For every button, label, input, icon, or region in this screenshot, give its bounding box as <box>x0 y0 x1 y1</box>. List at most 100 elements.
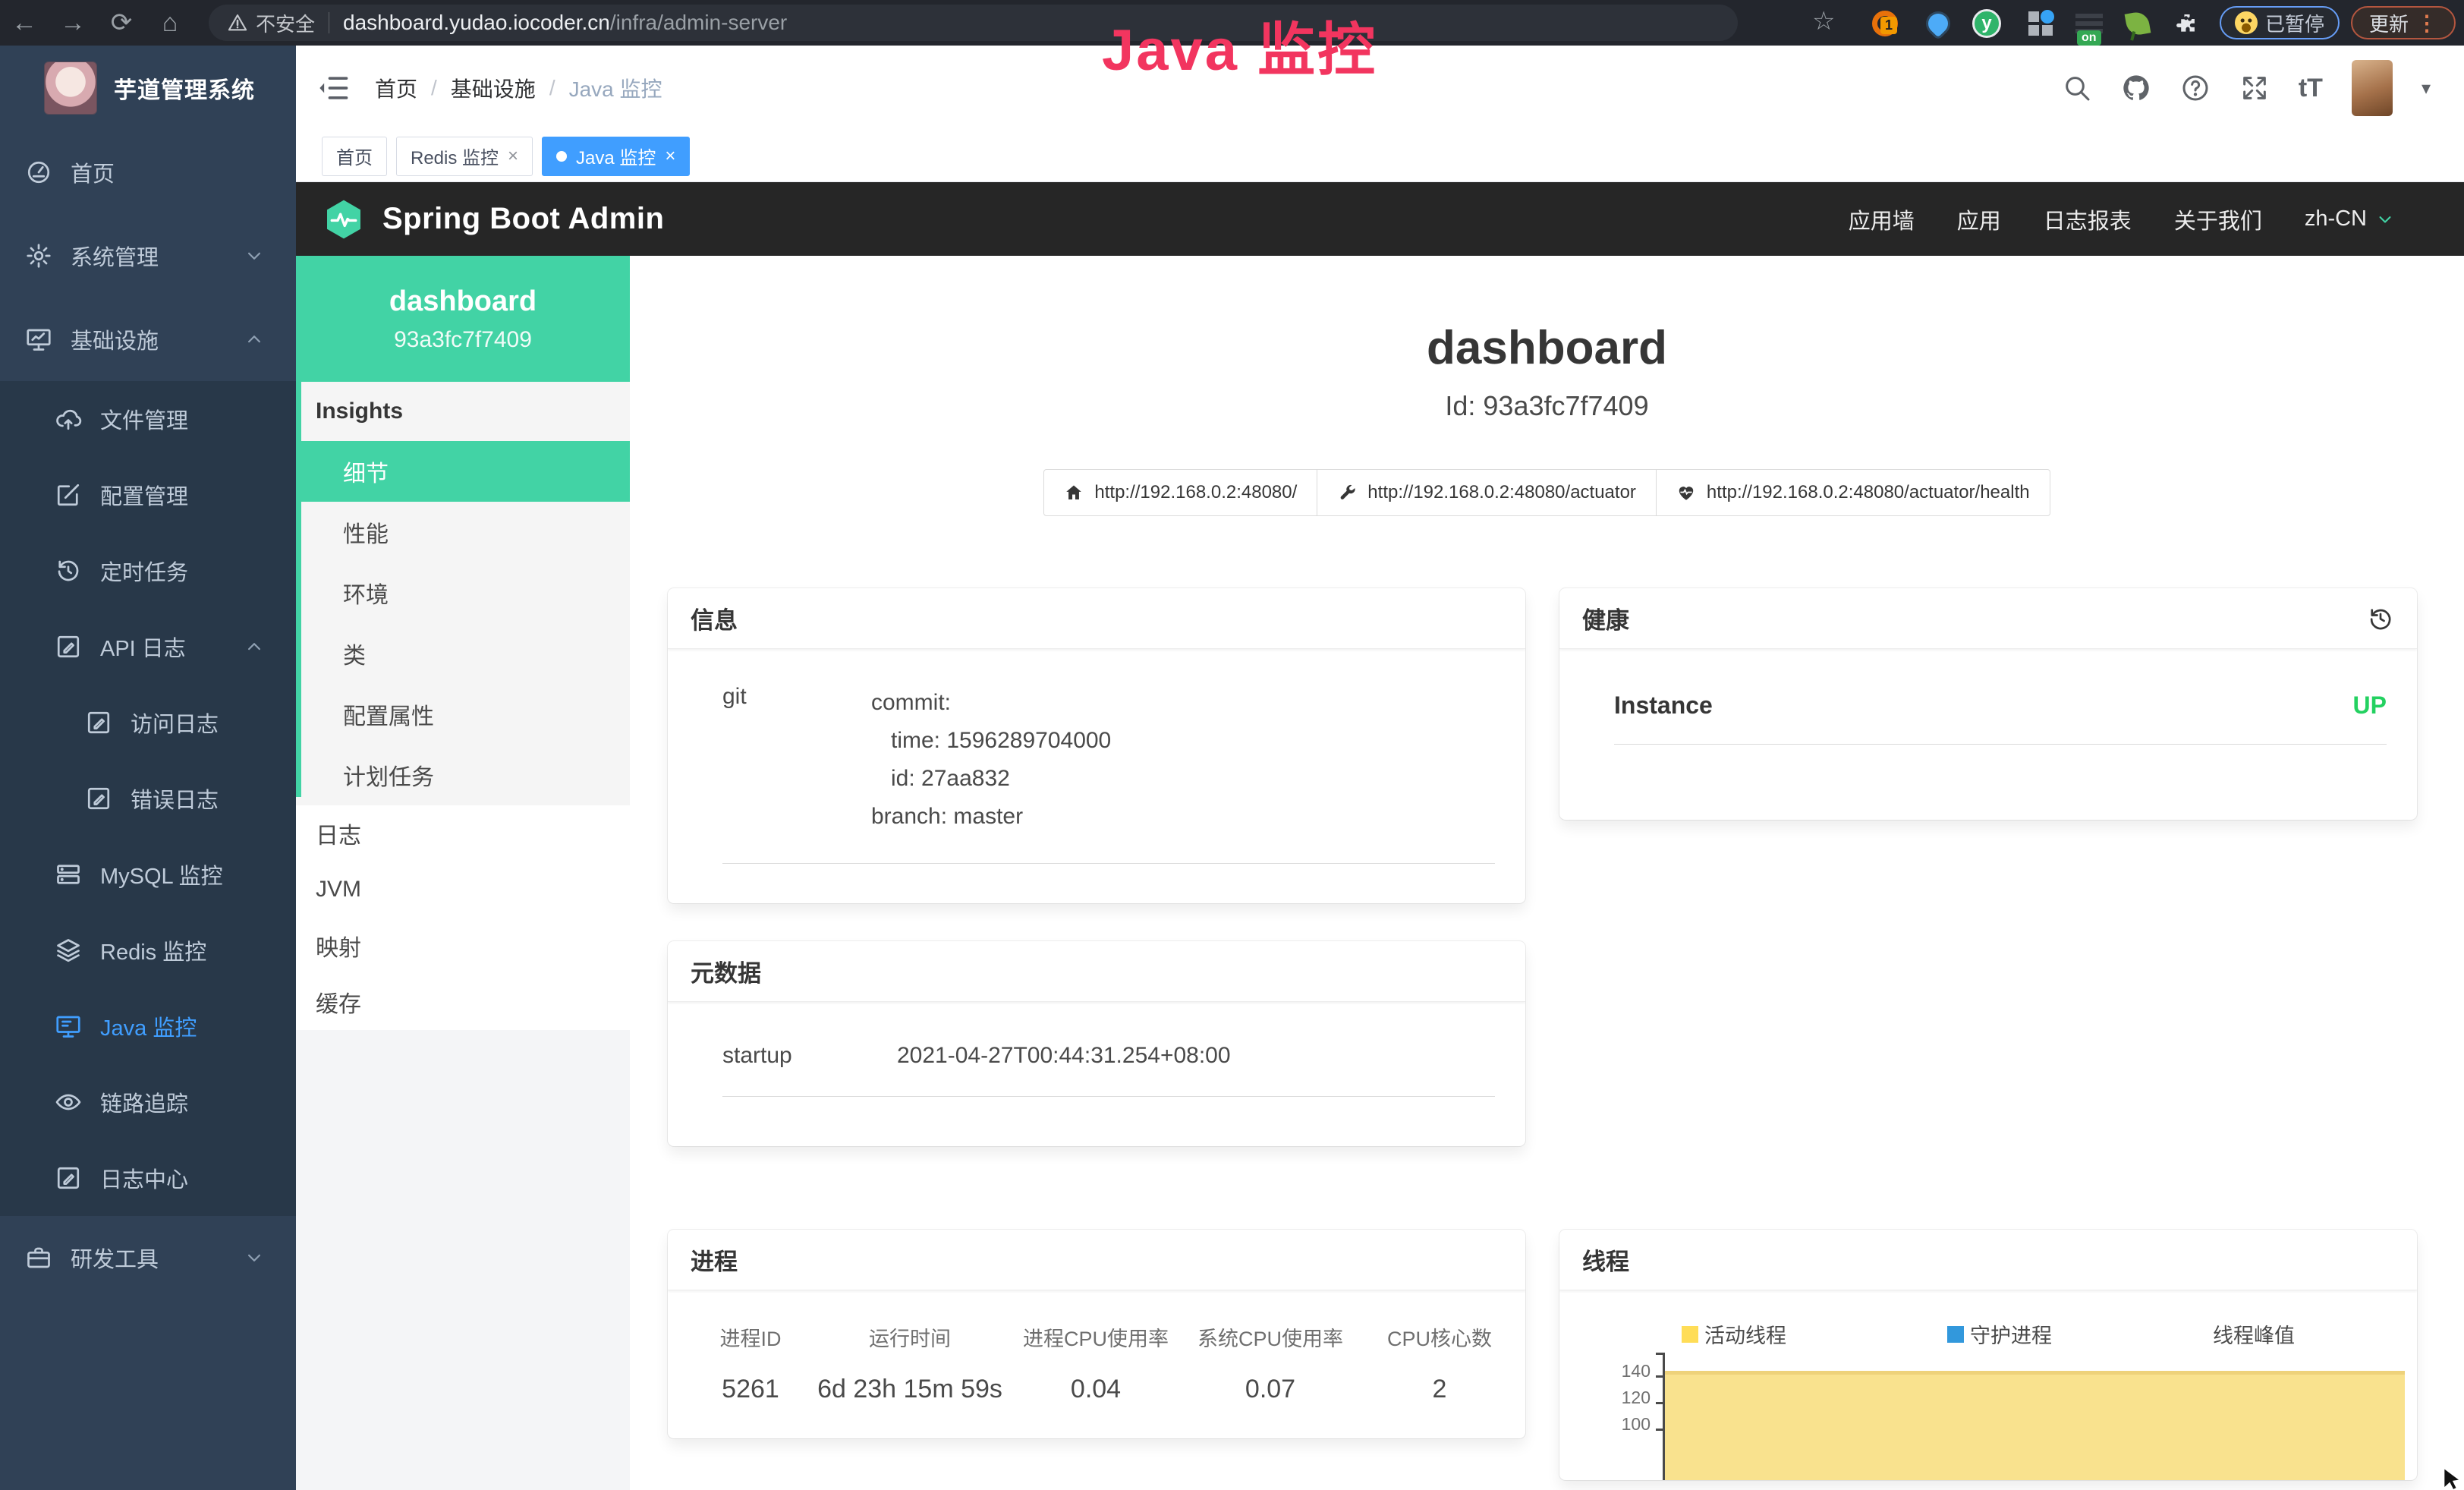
sba-main: dashboard Id: 93a3fc7f7409 http://192.16… <box>630 256 2464 1490</box>
security-warning-icon[interactable] <box>227 12 248 33</box>
profile-paused-button[interactable]: 已暂停 <box>2220 6 2340 39</box>
sidebar-item-redis-monitor[interactable]: Redis 监控 <box>0 912 296 988</box>
sba-item-classes[interactable]: 类 <box>296 623 630 684</box>
tab-label: Redis 监控 <box>411 143 499 169</box>
info-git-line: branch: master <box>871 798 1111 836</box>
browser-menu-icon[interactable]: ⋮ <box>2416 11 2437 36</box>
sba-nav-wall[interactable]: 应用墙 <box>1849 203 1915 235</box>
health-history-icon[interactable] <box>2367 605 2394 632</box>
tab-redis-monitor[interactable]: Redis 监控 × <box>396 137 533 176</box>
extension-y-icon[interactable]: y <box>1970 7 2003 40</box>
sidebar-item-error-logs[interactable]: 错误日志 <box>0 761 296 836</box>
extension-grid-icon[interactable] <box>2024 7 2057 40</box>
sba-item-caches[interactable]: 缓存 <box>296 974 630 1030</box>
breadcrumb-item[interactable]: 基础设施 <box>451 73 536 103</box>
legend-swatch-icon <box>1682 1326 1698 1343</box>
sba-item-configprops[interactable]: 配置属性 <box>296 684 630 745</box>
sba-brand: Spring Boot Admin <box>382 202 664 236</box>
legend-text: 线程峰值 <box>2213 1319 2295 1349</box>
process-value: 0.07 <box>1187 1375 1354 1404</box>
sidebar-item-log-center[interactable]: 日志中心 <box>0 1140 296 1216</box>
sidebar-item-file-management[interactable]: 文件管理 <box>0 381 296 457</box>
fullscreen-icon[interactable] <box>2239 73 2270 103</box>
metadata-card: 元数据 startup 2021-04-27T00:44:31.254+08:0… <box>668 941 1525 1146</box>
browser-home-icon[interactable]: ⌂ <box>146 0 194 46</box>
monitor-icon <box>55 1013 82 1040</box>
sidebar-item-label: Java 监控 <box>100 1010 197 1042</box>
sba-item-metrics[interactable]: 性能 <box>296 502 630 562</box>
sidebar-item-dev-tools[interactable]: 研发工具 <box>0 1216 296 1299</box>
y-circle-icon: y <box>1972 9 2001 38</box>
sba-root-list: 日志JVM映射缓存 <box>296 805 630 1030</box>
font-size-icon[interactable]: tT <box>2299 74 2323 103</box>
health-card: 健康 Instance UP <box>1559 588 2417 820</box>
chart-ytick-label: 100 <box>1622 1414 1651 1435</box>
chart-ytick-label: 120 <box>1622 1388 1651 1408</box>
tab-close-icon[interactable]: × <box>508 146 518 167</box>
extension-leaf-icon[interactable] <box>2121 7 2154 40</box>
sba-locale-select[interactable]: zh-CN <box>2305 206 2396 232</box>
avatar-caret-icon[interactable]: ▾ <box>2422 77 2431 99</box>
app-logo-row[interactable]: 芋道管理系统 <box>0 46 296 131</box>
bookmark-star-icon[interactable]: ☆ <box>1812 6 1835 36</box>
sba-nav: 应用墙 应用 日志报表 关于我们 zh-CN <box>1849 203 2464 235</box>
sba-item-jvm[interactable]: JVM <box>296 862 630 918</box>
sidebar-fold-icon[interactable] <box>317 71 351 105</box>
sidebar-item-java-monitor[interactable]: Java 监控 <box>0 988 296 1064</box>
sidebar-item-config-management[interactable]: 配置管理 <box>0 457 296 533</box>
log-icon <box>55 633 82 660</box>
browser-update-button[interactable]: 更新 ⋮ <box>2351 6 2456 39</box>
sba-nav-about[interactable]: 关于我们 <box>2174 203 2262 235</box>
instance-link-heartbeat[interactable]: http://192.168.0.2:48080/actuator/health <box>1656 469 2050 516</box>
sidebar-item-system-management[interactable]: 系统管理 <box>0 214 296 298</box>
info-card-title: 信息 <box>691 601 738 635</box>
sidebar-item-tracing[interactable]: 链路追踪 <box>0 1064 296 1140</box>
extension-orange-icon[interactable]: 1 <box>1868 7 1902 40</box>
github-icon[interactable] <box>2121 73 2151 103</box>
tab-java-monitor[interactable]: Java 监控× <box>542 137 690 176</box>
sba-item-scheduledtasks[interactable]: 计划任务 <box>296 745 630 805</box>
sba-nav-journal[interactable]: 日志报表 <box>2044 203 2132 235</box>
sidebar-item-home[interactable]: 首页 <box>0 131 296 214</box>
process-col-header: 运行时间 <box>815 1322 1005 1352</box>
threads-legend-label: 线程峰值 <box>2106 1319 2402 1349</box>
sba-nav-applications[interactable]: 应用 <box>1957 203 2001 235</box>
browser-address-bar[interactable]: 不安全 dashboard.yudao.iocoder.cn/infra/adm… <box>209 5 1738 41</box>
tab-home[interactable]: 首页 <box>322 137 387 176</box>
sidebar-item-access-logs[interactable]: 访问日志 <box>0 685 296 761</box>
sba-item-mappings[interactable]: 映射 <box>296 918 630 974</box>
instance-link-wrench[interactable]: http://192.168.0.2:48080/actuator <box>1317 469 1657 516</box>
browser-forward-icon[interactable]: → <box>49 0 97 46</box>
sidebar-item-scheduled-jobs[interactable]: 定时任务 <box>0 533 296 609</box>
axis-cap <box>1656 1353 1665 1355</box>
annotation-text: Java 监控 <box>1102 3 1377 87</box>
instance-link-home[interactable]: http://192.168.0.2:48080/ <box>1043 469 1317 516</box>
chart-ytick-mark <box>1656 1375 1665 1378</box>
process-col-header: CPU核心数 <box>1354 1322 1525 1352</box>
extensions-puzzle-icon[interactable] <box>2170 7 2204 40</box>
sba-item-environment[interactable]: 环境 <box>296 562 630 623</box>
sidebar-item-api-logs[interactable]: API 日志 <box>0 609 296 685</box>
user-avatar[interactable] <box>2352 60 2393 116</box>
metadata-row-label: startup <box>722 1043 897 1069</box>
sba-item-details[interactable]: 细节 <box>296 441 630 502</box>
sidebar-item-infrastructure[interactable]: 基础设施 <box>0 298 296 381</box>
sidebar-item-mysql-monitor[interactable]: MySQL 监控 <box>0 836 296 912</box>
sba-instance-header[interactable]: dashboard 93a3fc7f7409 <box>296 256 630 382</box>
update-label: 更新 <box>2369 9 2409 37</box>
extension-pin-icon[interactable] <box>1921 7 1955 40</box>
breadcrumb-separator: / <box>549 76 555 100</box>
security-label[interactable]: 不安全 <box>256 9 315 37</box>
help-icon[interactable] <box>2180 73 2211 103</box>
threads-legend-label: 活动线程 <box>1575 1319 1893 1349</box>
browser-back-icon[interactable]: ← <box>0 0 49 46</box>
search-icon[interactable] <box>2062 73 2092 103</box>
log-icon <box>55 1164 82 1192</box>
breadcrumb-item[interactable]: 首页 <box>375 73 417 103</box>
extension-on-icon[interactable] <box>2072 7 2106 40</box>
sba-item-logfile[interactable]: 日志 <box>296 805 630 862</box>
sba-locale-label: zh-CN <box>2305 206 2367 232</box>
browser-reload-icon[interactable]: ⟳ <box>97 0 146 46</box>
tab-close-icon[interactable]: × <box>665 146 675 167</box>
process-col-header: 进程CPU使用率 <box>1005 1322 1187 1352</box>
